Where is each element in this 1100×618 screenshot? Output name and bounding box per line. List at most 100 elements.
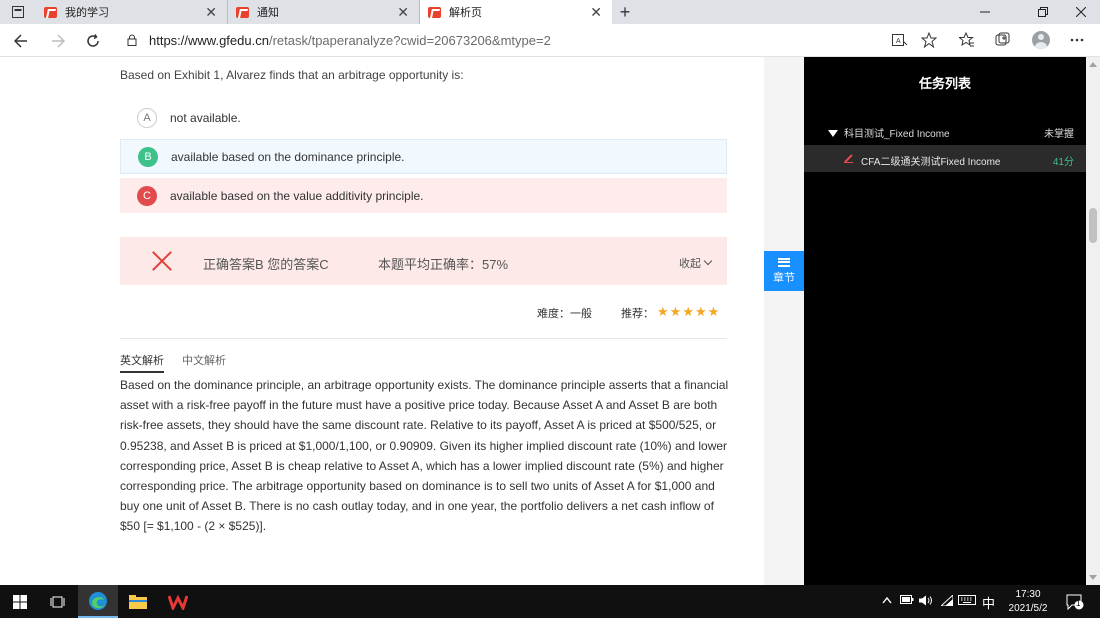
windows-logo-icon (13, 594, 27, 609)
edge-app-button[interactable] (78, 585, 118, 618)
tab-notice[interactable]: 通知 ✕ (228, 0, 420, 24)
option-a[interactable]: A not available. (120, 100, 727, 135)
tab-label: 我的学习 (65, 7, 109, 19)
close-icon[interactable]: ✕ (205, 5, 217, 19)
option-letter: A (137, 107, 157, 128)
star-icon: ★ (707, 304, 720, 319)
pencil-icon (844, 154, 853, 163)
windows-taskbar: 中 17:30 2021/5/2 1 (0, 585, 1100, 618)
refresh-icon[interactable] (82, 30, 104, 52)
menu-icon (778, 257, 790, 267)
section-header[interactable]: 科目测试_Fixed Income (828, 125, 950, 140)
task-list-panel: 任务列表 科目测试_Fixed Income 未掌握 CFA二级通关测试Fixe… (804, 57, 1086, 585)
url-host: https://www.gfedu.cn (149, 33, 269, 48)
taskbar-clock[interactable]: 17:30 2021/5/2 (1000, 588, 1056, 616)
option-text: available based on the value additivity … (170, 188, 424, 203)
tab-my-study[interactable]: 我的学习 ✕ (36, 0, 228, 24)
gfedu-favicon-icon (236, 6, 249, 18)
notification-center[interactable]: 1 (1066, 594, 1084, 613)
tab-chinese-explanation[interactable]: 中文解析 (182, 352, 226, 368)
tab-label: 解析页 (449, 7, 482, 19)
star-icon: ★ (657, 304, 669, 319)
explanation-text: Based on the dominance principle, an arb… (120, 378, 729, 534)
svg-text:A: A (896, 38, 901, 45)
question-stem: Based on Exhibit 1, Alvarez finds that a… (120, 68, 464, 82)
chapter-label: 章节 (773, 271, 795, 284)
scroll-down-icon[interactable] (1089, 575, 1097, 580)
recommend-label: 推荐： (621, 308, 654, 320)
collapse-label: 收起 (679, 258, 701, 270)
triangle-down-icon (828, 130, 838, 137)
star-icon: ★ (669, 304, 682, 319)
option-c[interactable]: C available based on the value additivit… (120, 178, 727, 213)
tab-actions-icon[interactable] (0, 0, 36, 24)
option-text: not available. (170, 110, 241, 125)
section-label: 科目测试_Fixed Income (844, 129, 950, 140)
folder-icon (129, 594, 147, 609)
task-item-name: CFA二级通关测试Fixed Income (861, 157, 1001, 168)
task-view-button[interactable] (38, 585, 78, 618)
answer-result-banner: 正确答案B 您的答案C 本题平均正确率：57% 收起 (120, 237, 727, 285)
chevron-down-icon (703, 256, 713, 266)
file-explorer-button[interactable] (118, 585, 158, 618)
profile-avatar[interactable] (1032, 31, 1050, 49)
add-favorite-icon[interactable] (920, 31, 938, 49)
clock-date: 2021/5/2 (1008, 603, 1048, 614)
option-letter: B (138, 146, 158, 167)
more-menu-icon[interactable] (1068, 31, 1086, 49)
tab-analysis[interactable]: 解析页 ✕ (420, 0, 612, 24)
content-gutter (764, 57, 804, 585)
wrong-x-icon (151, 250, 173, 272)
recommend-stars: ★ ★ ★ ★ ★ (657, 304, 720, 319)
close-window-button[interactable] (1058, 0, 1100, 24)
chapter-button[interactable]: 章节 (764, 251, 804, 291)
lock-icon[interactable] (127, 34, 137, 46)
close-icon[interactable]: ✕ (590, 5, 602, 19)
page-scrollbar[interactable] (1086, 57, 1100, 585)
network-icon[interactable] (939, 593, 954, 609)
scroll-thumb[interactable] (1089, 208, 1097, 243)
notification-icon (1066, 594, 1084, 611)
average-accuracy: 本题平均正确率：57% (378, 257, 509, 272)
volume-icon[interactable] (919, 595, 933, 609)
difficulty-label: 难度：一般 (537, 308, 592, 320)
keyboard-icon[interactable] (958, 595, 976, 608)
minimize-button[interactable] (962, 0, 1008, 24)
address-bar[interactable]: https://www.gfedu.cn/retask/tpaperanalyz… (149, 33, 551, 48)
reading-view-icon[interactable]: A (891, 31, 909, 49)
edge-icon (89, 591, 107, 610)
tab-english-explanation[interactable]: 英文解析 (120, 352, 164, 373)
notification-count: 1 (1076, 599, 1081, 608)
browser-tabstrip: 我的学习 ✕ 通知 ✕ 解析页 ✕ + (0, 0, 1100, 24)
back-arrow-icon[interactable] (10, 30, 32, 52)
forward-arrow-icon[interactable] (47, 30, 69, 52)
analysis-content: Based on Exhibit 1, Alvarez finds that a… (0, 57, 764, 585)
task-view-icon (50, 596, 65, 607)
browser-toolbar: https://www.gfedu.cn/retask/tpaperanalyz… (0, 24, 1100, 57)
panel-title: 任务列表 (918, 76, 971, 91)
start-button[interactable] (0, 585, 40, 618)
gfedu-favicon-icon (428, 6, 441, 18)
tab-label: 通知 (257, 7, 279, 19)
mastery-status: 未掌握 (1044, 129, 1074, 140)
ime-indicator[interactable]: 中 (982, 593, 995, 612)
star-icon: ★ (694, 304, 707, 319)
task-item[interactable]: CFA二级通关测试Fixed Income 41分 (804, 145, 1086, 172)
clock-time: 17:30 (1015, 589, 1041, 600)
scroll-up-icon[interactable] (1089, 62, 1097, 67)
wps-icon (168, 594, 188, 610)
new-tab-button[interactable]: + (612, 0, 638, 24)
divider (120, 338, 727, 339)
collapse-button[interactable]: 收起 (679, 255, 713, 271)
option-b[interactable]: B available based on the dominance princ… (120, 139, 727, 174)
close-icon[interactable]: ✕ (397, 5, 409, 19)
favorites-icon[interactable] (958, 31, 976, 49)
tray-chevron-up-icon[interactable] (882, 595, 892, 607)
star-icon: ★ (682, 304, 694, 319)
collections-icon[interactable] (994, 31, 1012, 49)
url-path: /retask/tpaperanalyze?cwid=20673206&mtyp… (268, 33, 551, 48)
wps-app-button[interactable] (158, 585, 198, 618)
answer-summary: 正确答案B 您的答案C (203, 257, 329, 272)
battery-icon[interactable] (900, 595, 914, 607)
gfedu-favicon-icon (44, 6, 57, 18)
